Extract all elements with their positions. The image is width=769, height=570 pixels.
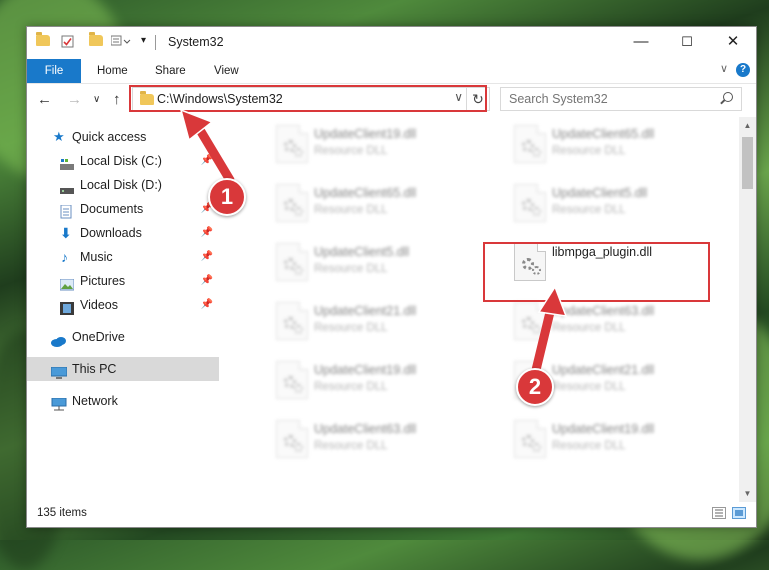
arrow-step-2 bbox=[531, 303, 556, 375]
arrow-step-1 bbox=[195, 125, 235, 185]
step-badge-2: 2 bbox=[516, 368, 554, 406]
annotation-arrows bbox=[179, 108, 568, 375]
step-badge-1: 1 bbox=[208, 178, 246, 216]
arrow-head-2 bbox=[537, 285, 568, 317]
